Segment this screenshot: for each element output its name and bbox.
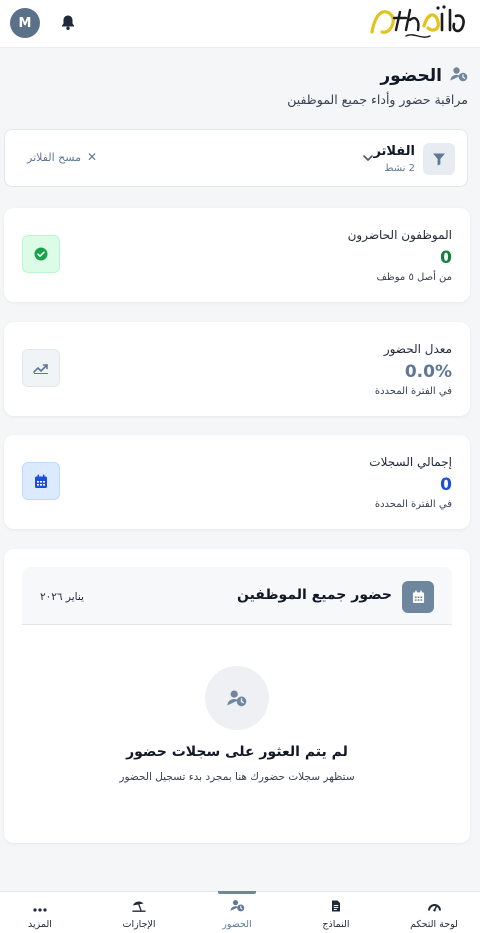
stat-card-attendance-rate: معدل الحضور 0.0% في الفترة المحددة: [4, 322, 470, 416]
nav-label: الحضور: [222, 918, 252, 930]
stat-value: 0.0%: [404, 362, 452, 382]
chevron-down-icon[interactable]: [361, 150, 375, 164]
nav-item-leaves[interactable]: الإجازات: [99, 892, 179, 933]
stat-note: في الفترة المحددة: [374, 386, 452, 397]
stat-card-present-employees: الموظفون الحاضرون 0 من أصل ٥ موظف: [4, 208, 470, 302]
more-icon: [33, 897, 47, 916]
trend-chart-icon: [22, 349, 60, 387]
panel-title: حضور جميع الموظفين: [236, 587, 392, 603]
stat-value: 0: [440, 475, 452, 495]
empty-state-attendance-icon: [205, 666, 269, 730]
stat-note: في الفترة المحددة: [374, 499, 452, 510]
stat-label: الموظفون الحاضرون: [347, 228, 452, 242]
app-logo[interactable]: [366, 2, 472, 44]
stat-note: من أصل ٥ موظف: [376, 272, 452, 283]
dashboard-icon: [427, 897, 441, 916]
nav-label: الإجازات: [122, 918, 156, 930]
clear-filters-button[interactable]: ✕ مسح الفلاتر: [27, 150, 97, 164]
calendar-icon: [402, 581, 434, 613]
panel-header: حضور جميع الموظفين يناير ٢٠٢٦: [22, 567, 452, 625]
check-circle-icon: [22, 235, 60, 273]
top-bar: M: [0, 0, 480, 48]
stat-value: 0: [440, 248, 452, 268]
filter-icon[interactable]: [423, 143, 455, 175]
nav-item-forms[interactable]: النماذج: [296, 892, 376, 933]
nav-item-more[interactable]: المزيد: [0, 892, 80, 933]
empty-state-description: ستظهر سجلات حضورك هنا بمجرد بدء تسجيل ال…: [119, 771, 355, 783]
clear-filters-label: مسح الفلاتر: [27, 150, 81, 164]
nav-item-dashboard[interactable]: لوحة التحكم: [394, 892, 474, 933]
nav-label: لوحة التحكم: [410, 918, 458, 930]
page-header: الحضور مراقبة حضور وأداء جميع الموظفين: [12, 66, 468, 107]
stat-label: إجمالي السجلات: [369, 455, 452, 469]
calendar-icon: [22, 462, 60, 500]
nav-label: المزيد: [28, 918, 52, 930]
document-icon: [331, 897, 341, 916]
attendance-icon: [230, 897, 245, 916]
close-icon: ✕: [86, 150, 98, 164]
filters-title: الفلاتر: [373, 144, 415, 159]
user-avatar[interactable]: M: [10, 8, 40, 38]
empty-state-title: لم يتم العثور على سجلات حضور: [126, 744, 348, 760]
nav-item-attendance[interactable]: الحضور: [197, 892, 277, 933]
notifications-bell-icon[interactable]: [58, 12, 78, 32]
stat-card-total-records: إجمالي السجلات 0 في الفترة المحددة: [4, 435, 470, 529]
beach-umbrella-icon: [132, 897, 146, 916]
attendance-records-panel: حضور جميع الموظفين يناير ٢٠٢٦ لم يتم الع…: [4, 549, 470, 843]
filters-active-count: 2 نشط: [384, 163, 415, 174]
stat-label: معدل الحضور: [383, 342, 452, 356]
panel-date[interactable]: يناير ٢٠٢٦: [40, 591, 84, 603]
filters-card[interactable]: الفلاتر 2 نشط ✕ مسح الفلاتر: [4, 129, 468, 187]
avatar-initial: M: [18, 15, 32, 31]
page-title: الحضور: [380, 66, 442, 86]
nav-label: النماذج: [322, 918, 350, 930]
bottom-navigation: لوحة التحكم النماذج الحضور الإجازات المز…: [0, 891, 480, 933]
attendance-header-icon: [450, 66, 468, 86]
page-subtitle: مراقبة حضور وأداء جميع الموظفين: [287, 92, 468, 107]
